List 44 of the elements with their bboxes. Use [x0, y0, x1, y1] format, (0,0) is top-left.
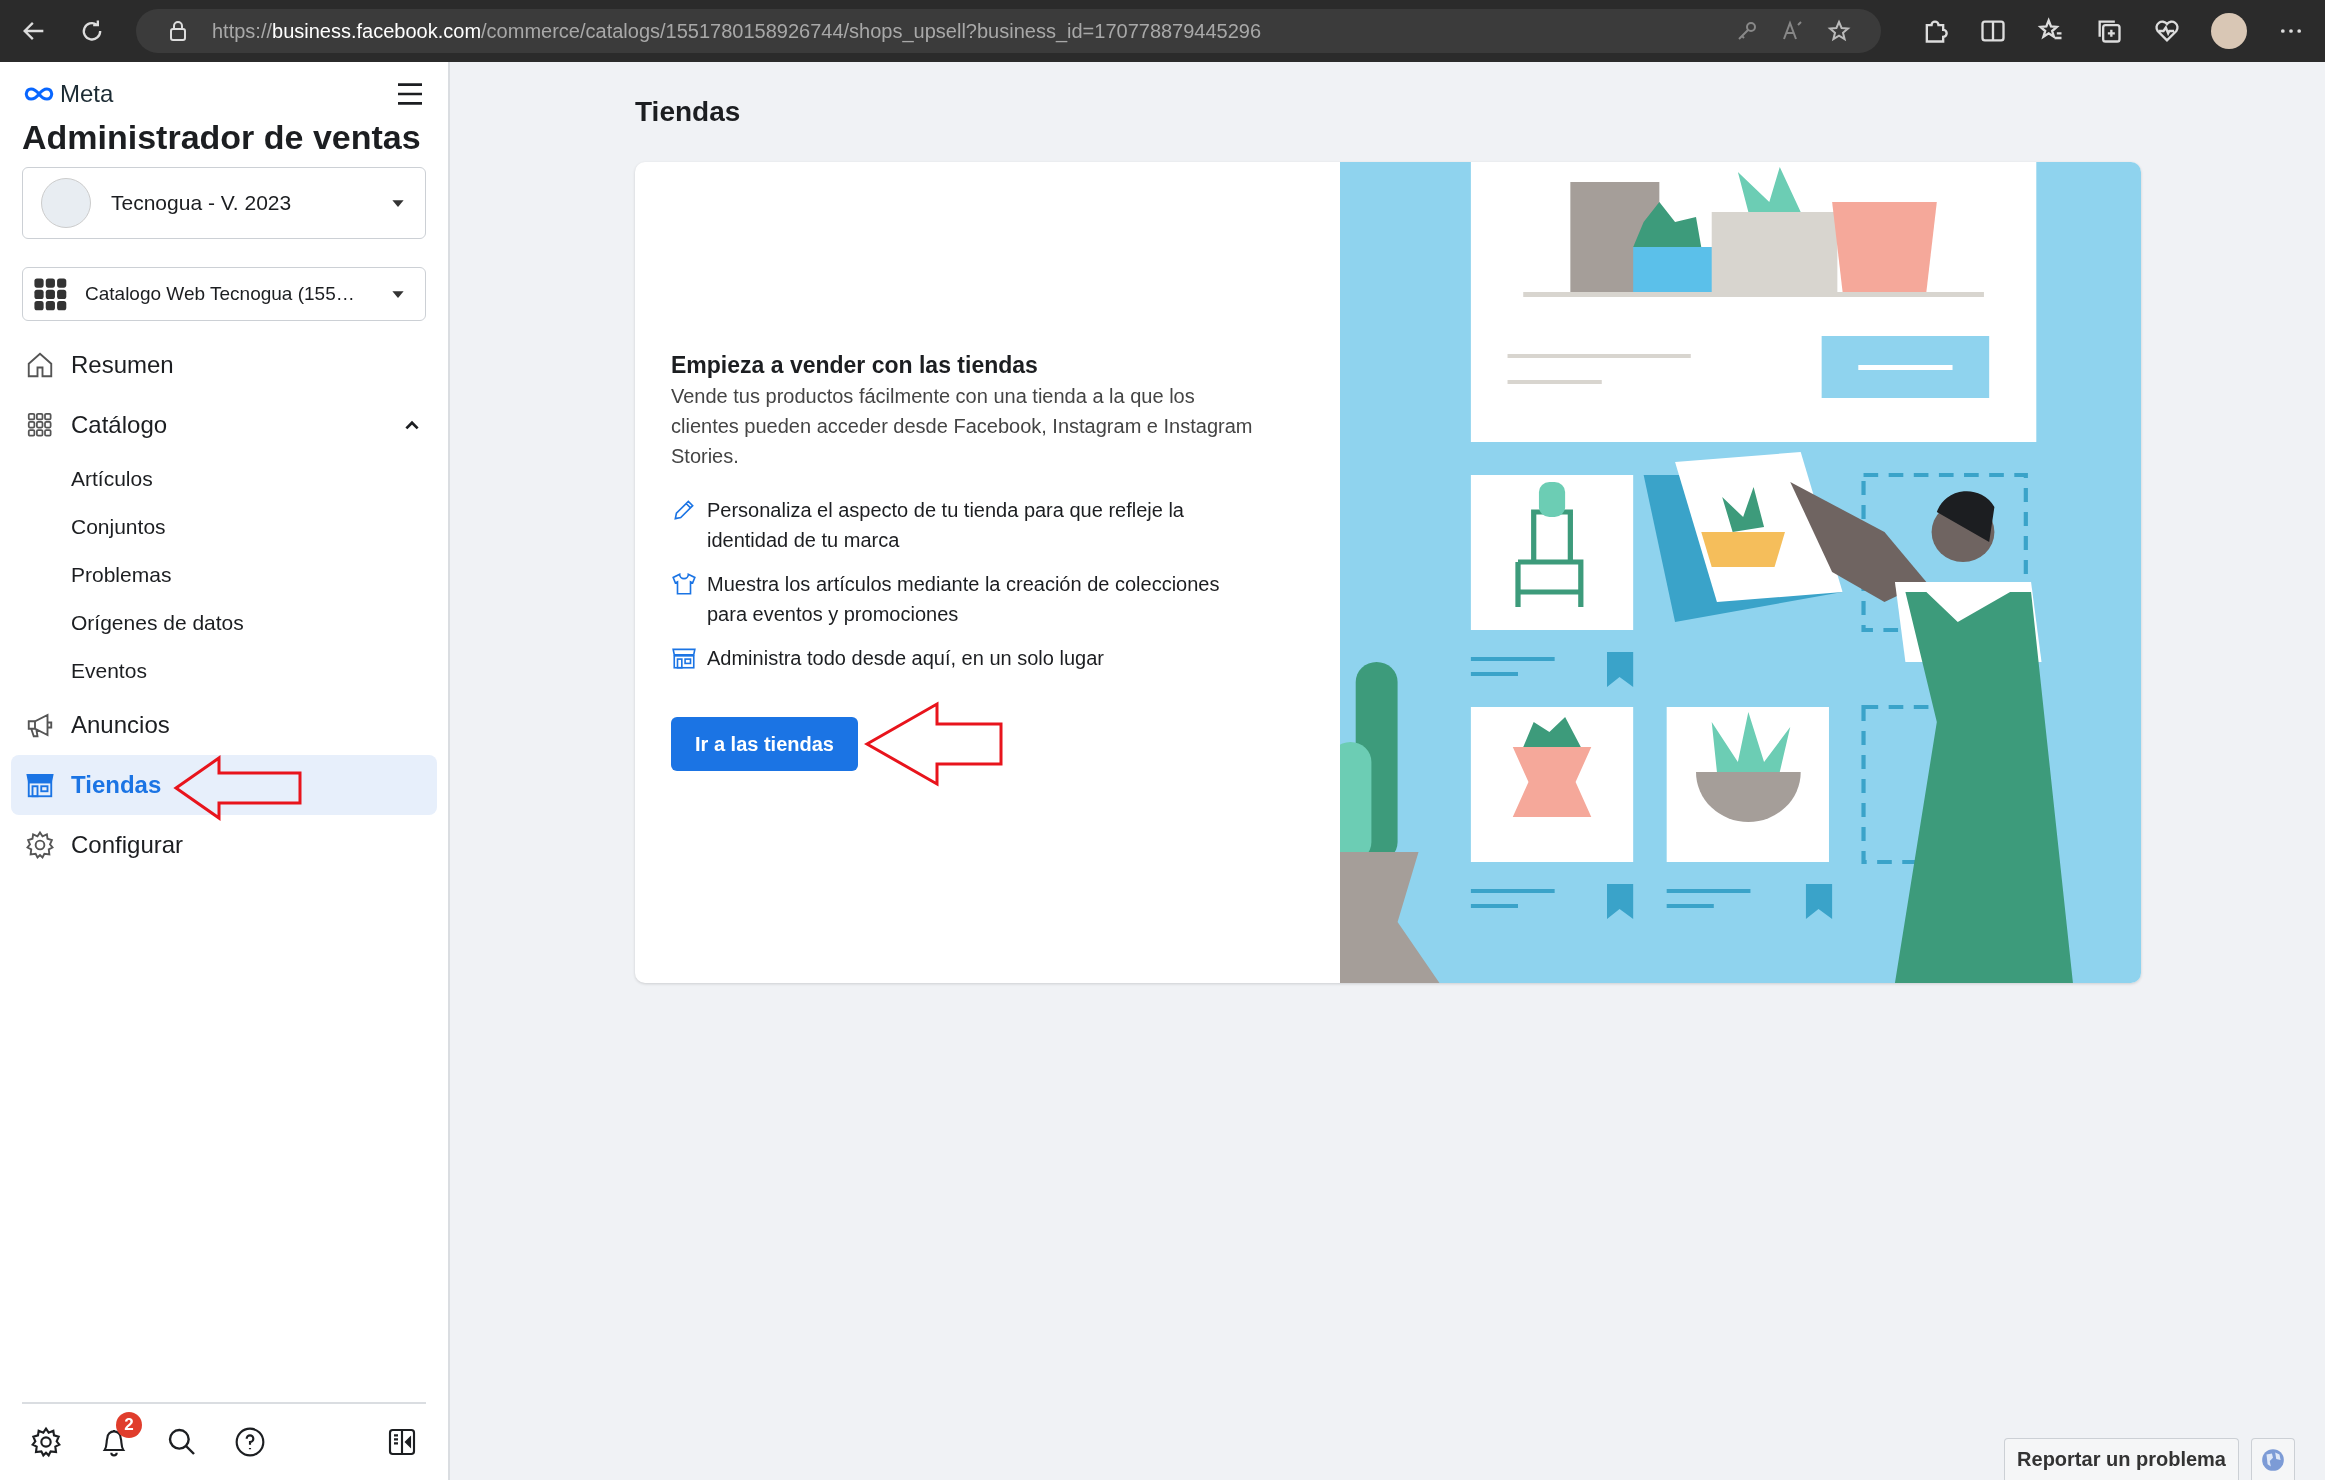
url-text: https://business.facebook.com/commerce/catalogs/1551780158926744/shops_upsell?business_id=170778879445296: [212, 19, 1262, 43]
grid-icon: [33, 277, 67, 311]
nav-item[interactable]: Tiendas: [11, 755, 437, 815]
pointer-arrow-icon: [173, 755, 303, 821]
go-to-shops-button[interactable]: Ir a las tiendas: [671, 717, 858, 771]
report-problem-button[interactable]: Reportar un problema: [2004, 1438, 2239, 1480]
feature-text: Administra todo desde aquí, en un solo lugar: [707, 646, 1104, 671]
nav-subitem[interactable]: Conjuntos: [11, 503, 166, 551]
nav-item[interactable]: Resumen: [11, 335, 437, 395]
caret-icon: [391, 198, 405, 208]
pencil-icon: [671, 497, 697, 523]
collapse-panel-icon[interactable]: [386, 1426, 418, 1458]
nav-item[interactable]: Catálogo: [11, 395, 437, 455]
shirt-icon: [671, 571, 697, 597]
brand-name: Meta: [60, 80, 114, 108]
nav-subitem[interactable]: Artículos: [11, 455, 153, 503]
language-button[interactable]: [2251, 1438, 2295, 1480]
catalog-dropdown[interactable]: Catalogo Web Tecnogua (155…: [22, 267, 426, 321]
feature-text: Personaliza el aspecto de tu tienda para que refleje la identidad de tu marca: [707, 498, 1185, 553]
nav-item[interactable]: Configurar: [11, 815, 437, 875]
settings-icon: [25, 830, 55, 860]
infinity-logo-icon: [22, 85, 56, 103]
settings-icon[interactable]: [30, 1426, 62, 1458]
account-dropdown[interactable]: Tecnogua - V. 2023: [22, 167, 426, 239]
help-icon[interactable]: [234, 1426, 266, 1458]
card-description: Vende tus productos fácilmente con una tienda a la que los clientes pueden acceder desde Facebook, Instagram e Instagram Stories.: [671, 384, 1254, 469]
nav-subitem[interactable]: Eventos: [11, 647, 147, 695]
nav-subitem[interactable]: Problemas: [11, 551, 172, 599]
pointer-arrow-icon: [863, 701, 1004, 787]
caret-icon: [391, 289, 405, 299]
address-bar[interactable]: https://business.facebook.com/commerce/catalogs/1551780158926744/shops_upsell?business_id=170778879445296: [136, 9, 1881, 53]
page-title: Tiendas: [635, 96, 742, 128]
nav-item[interactable]: Anuncios: [11, 695, 437, 755]
grid-icon: [25, 410, 55, 440]
card-heading: Empieza a vender con las tiendas: [671, 352, 1039, 379]
profile-avatar[interactable]: [2211, 13, 2247, 49]
notification-badge: 2: [116, 1412, 142, 1438]
feature-text: Muestra los artículos mediante la creación de colecciones para eventos y promociones: [707, 572, 1221, 627]
app-title: Administrador de ventas: [21, 117, 422, 158]
account-avatar: [41, 178, 91, 228]
star-icon[interactable]: [1827, 19, 1851, 43]
home-icon: [25, 350, 55, 380]
nav-subitem[interactable]: Orígenes de datos: [11, 599, 244, 647]
globe-icon: [2260, 1446, 2286, 1473]
